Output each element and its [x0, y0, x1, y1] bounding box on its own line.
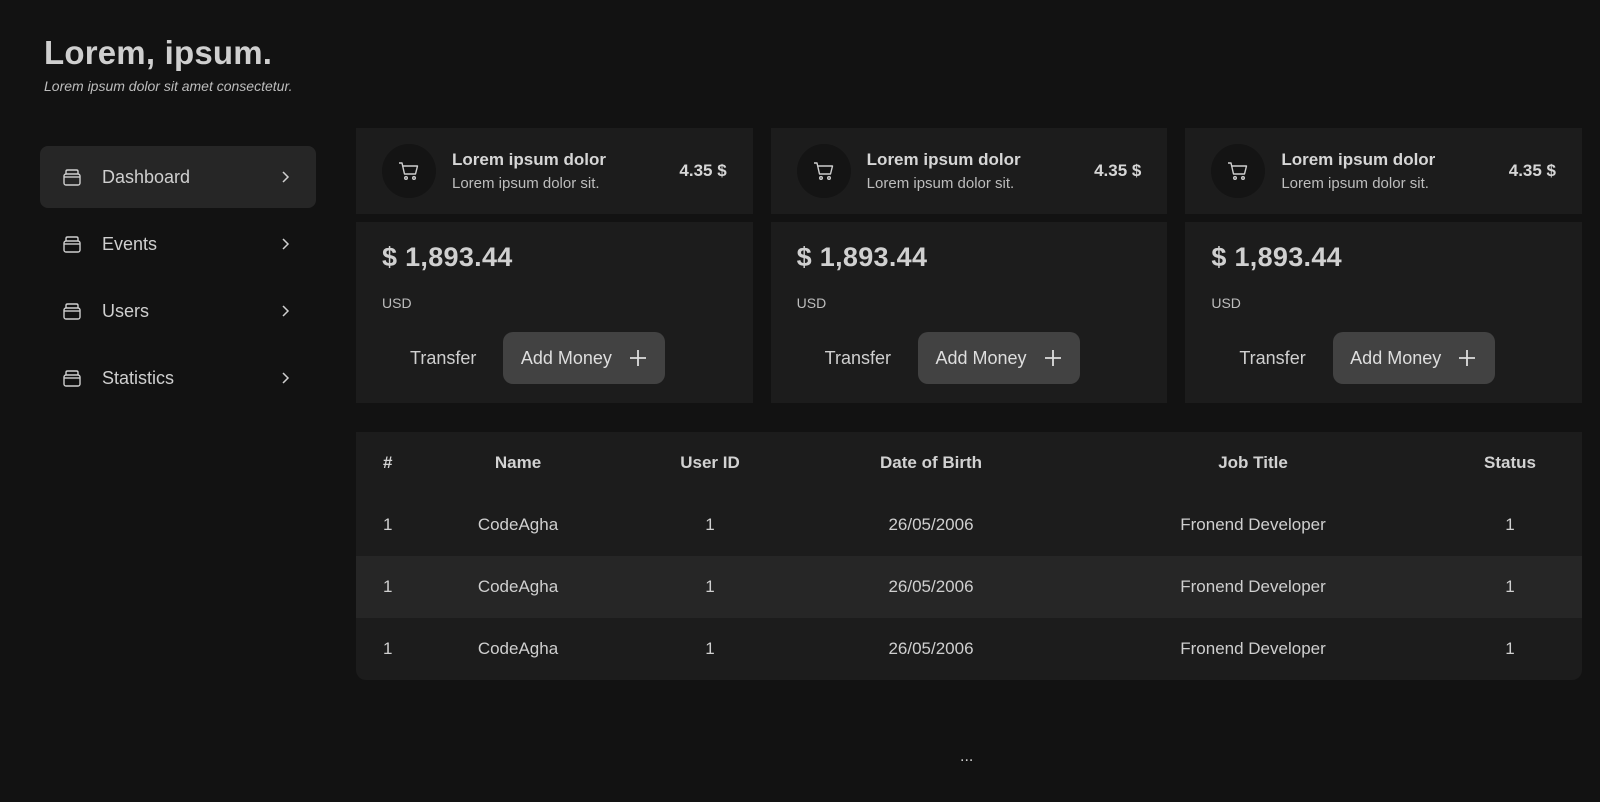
- add-money-label: Add Money: [520, 347, 612, 368]
- chevron-right-icon: [278, 304, 292, 318]
- table-cell: Fronend Developer: [1180, 639, 1326, 658]
- wallet-icon: [62, 167, 82, 187]
- balance-card: Lorem ipsum dolor Lorem ipsum dolor sit.…: [770, 128, 1168, 403]
- card-info: Lorem ipsum dolor Lorem ipsum dolor sit.: [1281, 150, 1508, 192]
- plus-icon: [629, 350, 646, 366]
- plus-icon: [1459, 350, 1476, 366]
- card-title: Lorem ipsum dolor: [866, 150, 1021, 169]
- table-cell: 1: [705, 577, 715, 596]
- chevron-right-icon: [278, 170, 292, 184]
- cart-icon: [796, 144, 851, 198]
- table-cell: 26/05/2006: [888, 639, 974, 658]
- sidebar-item-label: Statistics: [102, 367, 175, 388]
- card-title: Lorem ipsum dolor: [1281, 150, 1436, 169]
- currency-label: USD: [1211, 295, 1241, 311]
- card-title: Lorem ipsum dolor: [452, 150, 606, 169]
- table-cell: Fronend Developer: [1180, 515, 1326, 534]
- cart-icon: [382, 144, 436, 198]
- card-subtitle: Lorem ipsum dolor sit.: [866, 175, 1015, 192]
- table-row[interactable]: 1 CodeAgha 1 26/05/2006 Fronend Develope…: [356, 494, 1582, 556]
- transfer-button[interactable]: Transfer: [1239, 348, 1305, 369]
- sidebar-item-label: Events: [102, 233, 158, 254]
- card-header: Lorem ipsum dolor Lorem ipsum dolor sit.…: [1185, 128, 1583, 214]
- currency-label: USD: [796, 295, 827, 311]
- table-cell: 1: [383, 515, 393, 534]
- balance-amount: $ 1,893.44: [796, 242, 928, 272]
- table-header-row: # Name User ID Date of Birth Job Title S…: [356, 432, 1582, 494]
- table-cell: Fronend Developer: [1180, 577, 1326, 596]
- card-price: 4.35 $: [1508, 161, 1557, 180]
- column-header[interactable]: Date of Birth: [794, 453, 1068, 473]
- dashboard-page: Lorem, ipsum. Lorem ipsum dolor sit amet…: [0, 0, 1600, 802]
- plus-icon: [1044, 350, 1061, 366]
- card-subtitle: Lorem ipsum dolor sit.: [452, 175, 600, 192]
- sidebar-item-label: Users: [102, 300, 150, 321]
- card-body: $ 1,893.44 USD Transfer Add Money: [1185, 222, 1583, 403]
- add-money-button[interactable]: Add Money: [503, 332, 666, 384]
- card-subtitle: Lorem ipsum dolor sit.: [1281, 175, 1429, 192]
- card-info: Lorem ipsum dolor Lorem ipsum dolor sit.: [452, 150, 679, 192]
- card-row: Lorem ipsum dolor Lorem ipsum dolor sit.…: [356, 128, 1583, 403]
- wallet-icon: [62, 234, 82, 254]
- page-header: Lorem, ipsum. Lorem ipsum dolor sit amet…: [44, 34, 292, 94]
- sidebar-item-users[interactable]: Users: [40, 280, 316, 342]
- card-price: 4.35 $: [1094, 161, 1142, 180]
- card-actions: Transfer Add Money: [410, 332, 666, 384]
- column-header[interactable]: Name: [410, 453, 626, 473]
- table-cell: 1: [705, 515, 715, 534]
- add-money-label: Add Money: [1350, 347, 1442, 368]
- add-money-button[interactable]: Add Money: [1332, 332, 1495, 384]
- table-cell: 1: [1505, 639, 1515, 658]
- table-cell: 1: [705, 639, 715, 658]
- table-cell: 26/05/2006: [888, 577, 974, 596]
- table-cell: CodeAgha: [477, 577, 559, 596]
- sidebar-item-events[interactable]: Events: [40, 213, 316, 275]
- card-body: $ 1,893.44 USD Transfer Add Money: [356, 222, 753, 403]
- currency-label: USD: [382, 295, 412, 311]
- chevron-right-icon: [278, 371, 292, 385]
- card-body: $ 1,893.44 USD Transfer Add Money: [770, 222, 1168, 403]
- card-price: 4.35 $: [679, 161, 727, 180]
- page-subtitle: Lorem ipsum dolor sit amet consectetur.: [44, 78, 293, 94]
- column-header[interactable]: Job Title: [1068, 453, 1438, 473]
- table-cell: 1: [1505, 577, 1515, 596]
- column-header[interactable]: Status: [1438, 453, 1582, 473]
- balance-amount: $ 1,893.44: [382, 242, 513, 272]
- balance-card: Lorem ipsum dolor Lorem ipsum dolor sit.…: [1185, 128, 1583, 403]
- transfer-button[interactable]: Transfer: [410, 348, 476, 369]
- sidebar-item-label: Dashboard: [102, 166, 191, 187]
- card-actions: Transfer Add Money: [825, 332, 1081, 384]
- add-money-button[interactable]: Add Money: [918, 332, 1081, 384]
- balance-card: Lorem ipsum dolor Lorem ipsum dolor sit.…: [356, 128, 753, 403]
- table-row[interactable]: 1 CodeAgha 1 26/05/2006 Fronend Develope…: [356, 618, 1582, 680]
- chevron-right-icon: [278, 237, 292, 251]
- transfer-button[interactable]: Transfer: [825, 348, 891, 369]
- page-title: Lorem, ipsum.: [44, 34, 273, 71]
- table-cell: 1: [383, 577, 393, 596]
- table-row[interactable]: 1 CodeAgha 1 26/05/2006 Fronend Develope…: [356, 556, 1582, 618]
- sidebar-item-statistics[interactable]: Statistics: [40, 347, 316, 409]
- table-cell: CodeAgha: [477, 639, 559, 658]
- card-info: Lorem ipsum dolor Lorem ipsum dolor sit.: [867, 150, 1094, 192]
- table-cell: CodeAgha: [477, 515, 559, 534]
- users-table: # Name User ID Date of Birth Job Title S…: [356, 432, 1582, 680]
- balance-amount: $ 1,893.44: [1211, 242, 1342, 272]
- cart-icon: [1211, 144, 1266, 198]
- card-actions: Transfer Add Money: [1239, 332, 1495, 384]
- table-cell: 1: [383, 639, 393, 658]
- sidebar: Dashboard Events Users Statistics: [40, 146, 316, 414]
- column-header[interactable]: User ID: [626, 453, 794, 473]
- sidebar-item-dashboard[interactable]: Dashboard: [40, 146, 316, 208]
- wallet-icon: [62, 368, 82, 388]
- add-money-label: Add Money: [935, 347, 1027, 368]
- table-cell: 1: [1505, 515, 1515, 534]
- more-indicator: ...: [960, 748, 974, 765]
- card-header: Lorem ipsum dolor Lorem ipsum dolor sit.…: [356, 128, 753, 214]
- table-cell: 26/05/2006: [888, 515, 974, 534]
- wallet-icon: [62, 301, 82, 321]
- column-header[interactable]: #: [356, 453, 410, 473]
- card-header: Lorem ipsum dolor Lorem ipsum dolor sit.…: [770, 128, 1168, 214]
